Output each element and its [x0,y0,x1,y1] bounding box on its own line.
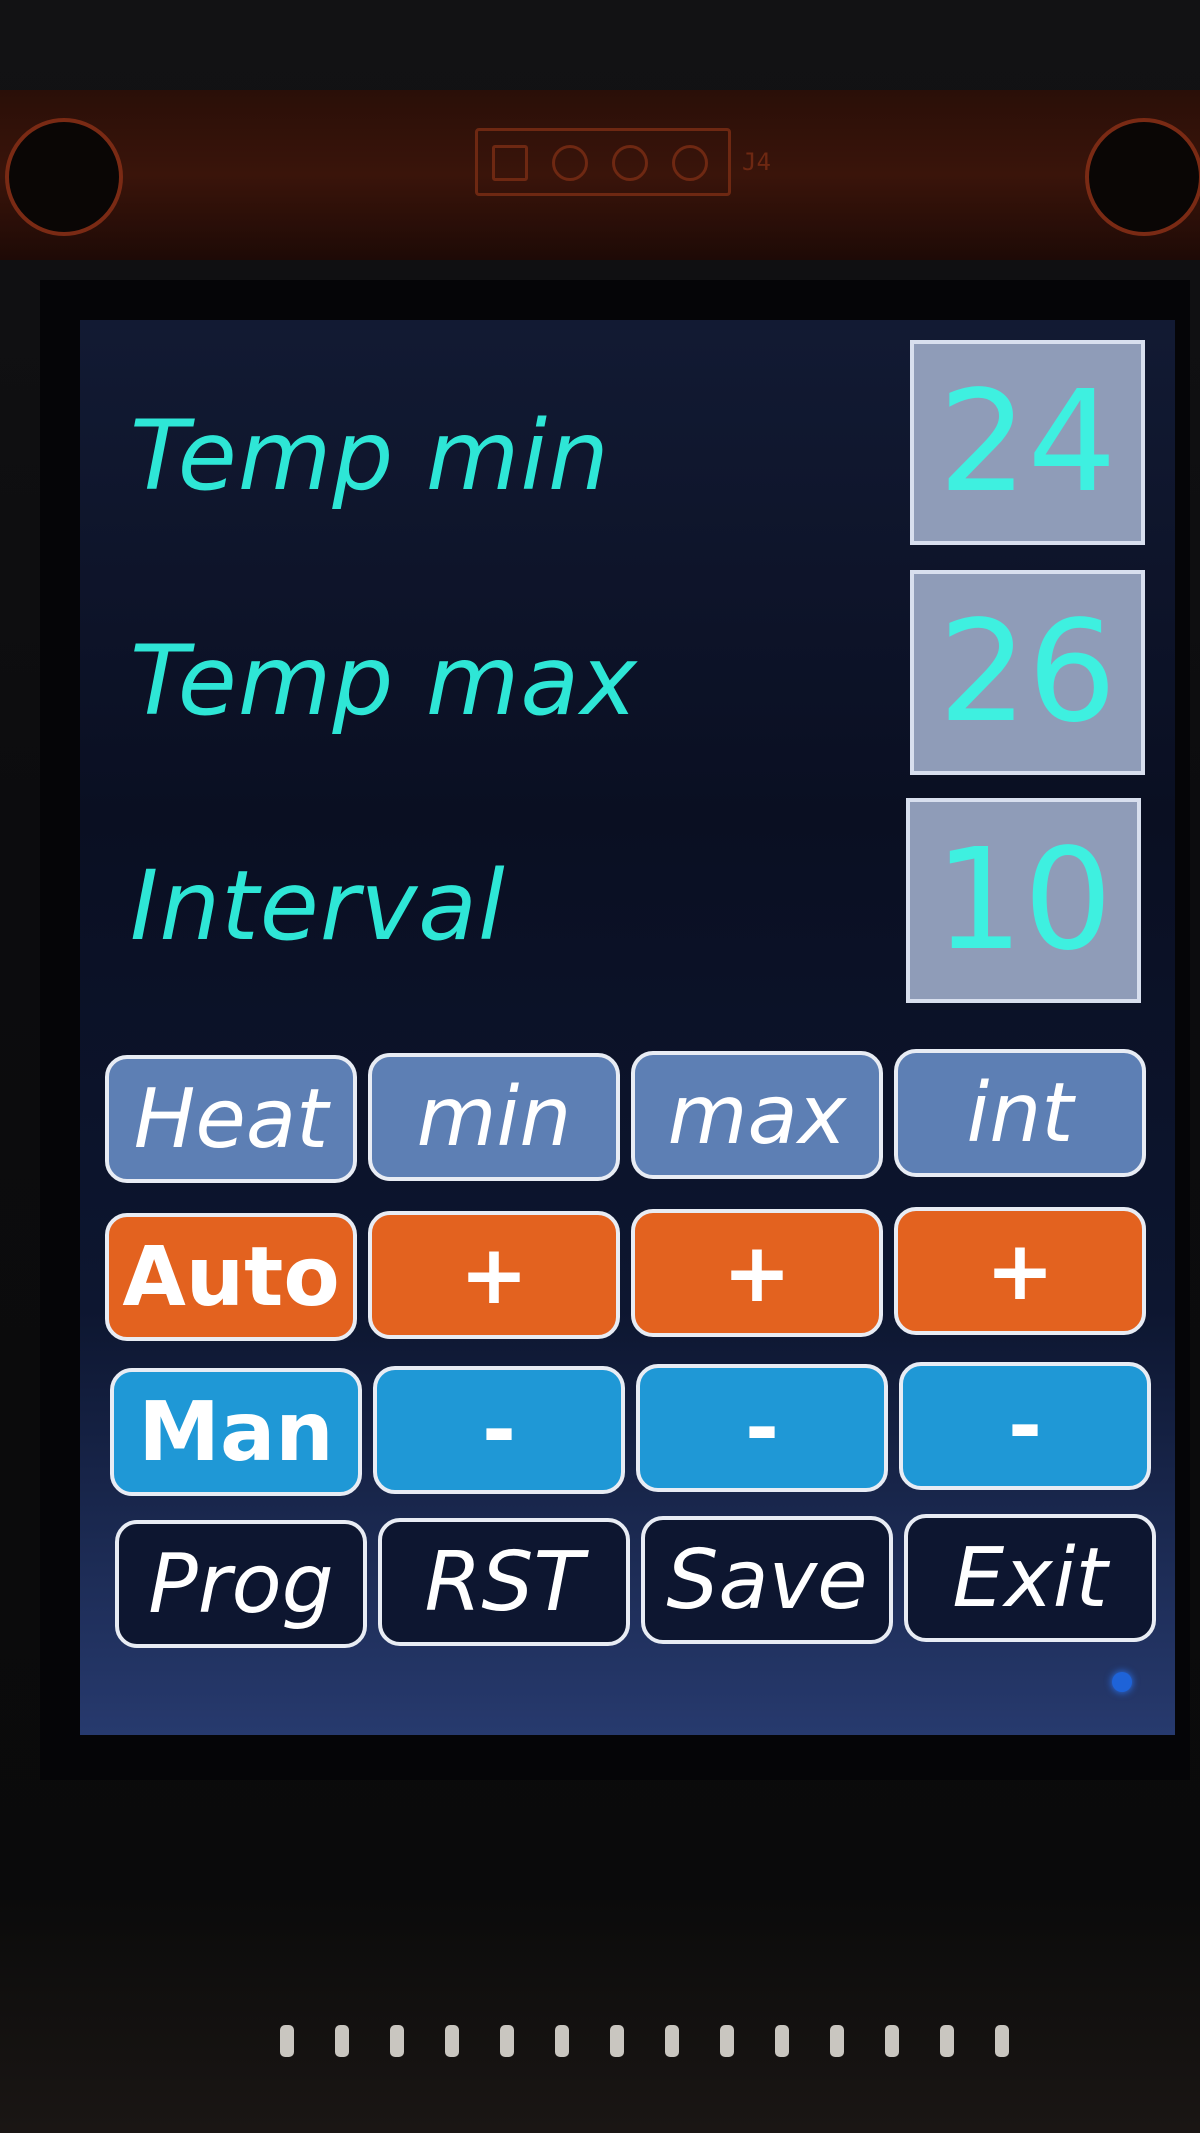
pin-header [475,128,731,196]
temp-min-value[interactable]: 24 [910,340,1145,545]
temp-max-label: Temp max [130,625,638,737]
bottom-pin [665,2025,679,2057]
bottom-pin [830,2025,844,2057]
max-minus-button[interactable]: - [636,1364,888,1492]
status-led-dot [1112,1672,1132,1692]
bottom-pin [555,2025,569,2057]
header-pin-3 [612,145,648,181]
interval-plus-button[interactable]: + [894,1207,1146,1335]
header-pin-4 [672,145,708,181]
bottom-pin [720,2025,734,2057]
header-label: J4 [742,148,771,176]
min-plus-button[interactable]: + [368,1211,620,1339]
bottom-pin [500,2025,514,2057]
bottom-pin [390,2025,404,2057]
temp-min-label: Temp min [130,400,610,512]
max-select-button[interactable]: max [631,1051,883,1179]
exit-button[interactable]: Exit [904,1514,1156,1642]
interval-label: Interval [130,850,506,962]
bottom-pin [940,2025,954,2057]
min-select-button[interactable]: min [368,1053,620,1181]
interval-minus-button[interactable]: - [899,1362,1151,1490]
pcb-bottom-edge [0,1900,1200,2133]
bottom-pin [995,2025,1009,2057]
bottom-pin [335,2025,349,2057]
device-photo: J4 Temp min 24 Temp max 26 Interval 10 H… [0,0,1200,2133]
pcb-top-edge: J4 [0,90,1200,260]
bottom-pin [280,2025,294,2057]
prog-button[interactable]: Prog [115,1520,367,1648]
header-pin-2 [552,145,588,181]
header-pin-1 [492,145,528,181]
bottom-pin [610,2025,624,2057]
mount-hole-left [5,118,123,236]
max-plus-button[interactable]: + [631,1209,883,1337]
interval-select-button[interactable]: int [894,1049,1146,1177]
mount-hole-right [1085,118,1200,236]
man-button[interactable]: Man [110,1368,362,1496]
auto-button[interactable]: Auto [105,1213,357,1341]
reset-button[interactable]: RST [378,1518,630,1646]
min-minus-button[interactable]: - [373,1366,625,1494]
bottom-pin [885,2025,899,2057]
tft-screen: Temp min 24 Temp max 26 Interval 10 Heat… [80,320,1175,1735]
save-button[interactable]: Save [641,1516,893,1644]
interval-value[interactable]: 10 [906,798,1141,1003]
temp-max-value[interactable]: 26 [910,570,1145,775]
bottom-pin [775,2025,789,2057]
bottom-pin [445,2025,459,2057]
heat-button[interactable]: Heat [105,1055,357,1183]
